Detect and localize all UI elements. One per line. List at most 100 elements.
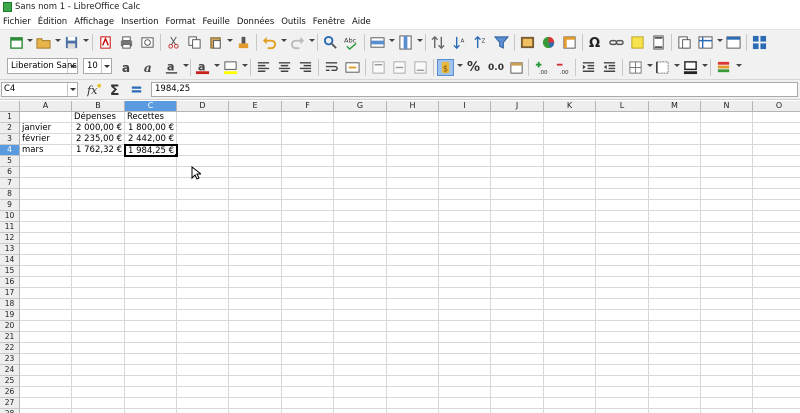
cell-f3[interactable] [282, 134, 334, 145]
chevron-down-icon[interactable] [101, 59, 111, 73]
row-header-23[interactable]: 23 [0, 354, 20, 365]
cell-k27[interactable] [544, 398, 596, 409]
cell-b16[interactable] [72, 277, 125, 288]
row-header-19[interactable]: 19 [0, 310, 20, 321]
copy-icon[interactable] [186, 34, 203, 51]
cell-d1[interactable] [177, 112, 229, 123]
cell-j10[interactable] [491, 211, 544, 222]
cell-d24[interactable] [177, 365, 229, 376]
cell-e20[interactable] [229, 321, 282, 332]
row-header-22[interactable]: 22 [0, 343, 20, 354]
cell-f24[interactable] [282, 365, 334, 376]
cell-f7[interactable] [282, 178, 334, 189]
cell-j12[interactable] [491, 233, 544, 244]
cut-icon[interactable] [165, 34, 182, 51]
cell-b7[interactable] [72, 178, 125, 189]
cell-o10[interactable] [753, 211, 800, 222]
cell-m26[interactable] [649, 387, 701, 398]
menu-outils[interactable]: Outils [281, 17, 306, 27]
cell-h13[interactable] [387, 244, 439, 255]
cell-i23[interactable] [439, 354, 491, 365]
print-icon[interactable] [118, 34, 135, 51]
cell-c15[interactable] [125, 266, 177, 277]
cell-n5[interactable] [701, 156, 753, 167]
cell-b9[interactable] [72, 200, 125, 211]
cell-b21[interactable] [72, 332, 125, 343]
cell-h7[interactable] [387, 178, 439, 189]
chevron-down-icon[interactable] [67, 59, 77, 73]
cell-k16[interactable] [544, 277, 596, 288]
cell-n19[interactable] [701, 310, 753, 321]
cell-l21[interactable] [596, 332, 649, 343]
cell-g12[interactable] [334, 233, 387, 244]
row-header-1[interactable]: 1 [0, 112, 20, 123]
cell-a10[interactable] [20, 211, 72, 222]
cell-c7[interactable] [125, 178, 177, 189]
cell-g23[interactable] [334, 354, 387, 365]
cell-b25[interactable] [72, 376, 125, 387]
cell-g3[interactable] [334, 134, 387, 145]
cell-i24[interactable] [439, 365, 491, 376]
cell-n20[interactable] [701, 321, 753, 332]
cell-o21[interactable] [753, 332, 800, 343]
row-header-24[interactable]: 24 [0, 365, 20, 376]
column-icon[interactable] [397, 34, 414, 51]
cell-m15[interactable] [649, 266, 701, 277]
cell-j2[interactable] [491, 123, 544, 134]
cell-a19[interactable] [20, 310, 72, 321]
cell-m27[interactable] [649, 398, 701, 409]
cell-m22[interactable] [649, 343, 701, 354]
cell-k8[interactable] [544, 189, 596, 200]
insert-pivot-table-icon[interactable] [561, 34, 578, 51]
cell-a3[interactable]: février [20, 134, 72, 145]
cell-b10[interactable] [72, 211, 125, 222]
cell-m6[interactable] [649, 167, 701, 178]
new-document-icon[interactable] [8, 34, 25, 51]
cell-c5[interactable] [125, 156, 177, 167]
cell-h28[interactable] [387, 409, 439, 413]
cell-j3[interactable] [491, 134, 544, 145]
cell-k3[interactable] [544, 134, 596, 145]
cell-c21[interactable] [125, 332, 177, 343]
cell-h27[interactable] [387, 398, 439, 409]
cell-a25[interactable] [20, 376, 72, 387]
row-header-2[interactable]: 2 [0, 123, 20, 134]
cell-e25[interactable] [229, 376, 282, 387]
cell-j24[interactable] [491, 365, 544, 376]
cell-o15[interactable] [753, 266, 800, 277]
cell-k18[interactable] [544, 299, 596, 310]
cell-m2[interactable] [649, 123, 701, 134]
percent-format-icon[interactable]: % [465, 59, 482, 76]
cell-h11[interactable] [387, 222, 439, 233]
cell-l20[interactable] [596, 321, 649, 332]
cell-g18[interactable] [334, 299, 387, 310]
cell-j8[interactable] [491, 189, 544, 200]
column-header-e[interactable]: E [229, 101, 282, 112]
paste-icon[interactable] [207, 34, 224, 51]
row-header-3[interactable]: 3 [0, 134, 20, 145]
cell-c1[interactable]: Recettes [125, 112, 177, 123]
show-draw-functions-icon[interactable] [751, 34, 768, 51]
cell-c17[interactable] [125, 288, 177, 299]
currency-format-icon[interactable]: $ [437, 59, 454, 76]
cell-o3[interactable] [753, 134, 800, 145]
cell-d28[interactable] [177, 409, 229, 413]
cell-l9[interactable] [596, 200, 649, 211]
cell-n13[interactable] [701, 244, 753, 255]
cell-j19[interactable] [491, 310, 544, 321]
cell-d18[interactable] [177, 299, 229, 310]
cell-d4[interactable] [177, 145, 229, 156]
cell-e28[interactable] [229, 409, 282, 413]
split-window-icon[interactable] [725, 34, 742, 51]
cell-j20[interactable] [491, 321, 544, 332]
cell-n15[interactable] [701, 266, 753, 277]
cell-c12[interactable] [125, 233, 177, 244]
cell-c26[interactable] [125, 387, 177, 398]
align-right-icon[interactable] [297, 59, 314, 76]
cell-h23[interactable] [387, 354, 439, 365]
cell-d13[interactable] [177, 244, 229, 255]
cell-b12[interactable] [72, 233, 125, 244]
cell-m18[interactable] [649, 299, 701, 310]
cell-g10[interactable] [334, 211, 387, 222]
cell-n8[interactable] [701, 189, 753, 200]
